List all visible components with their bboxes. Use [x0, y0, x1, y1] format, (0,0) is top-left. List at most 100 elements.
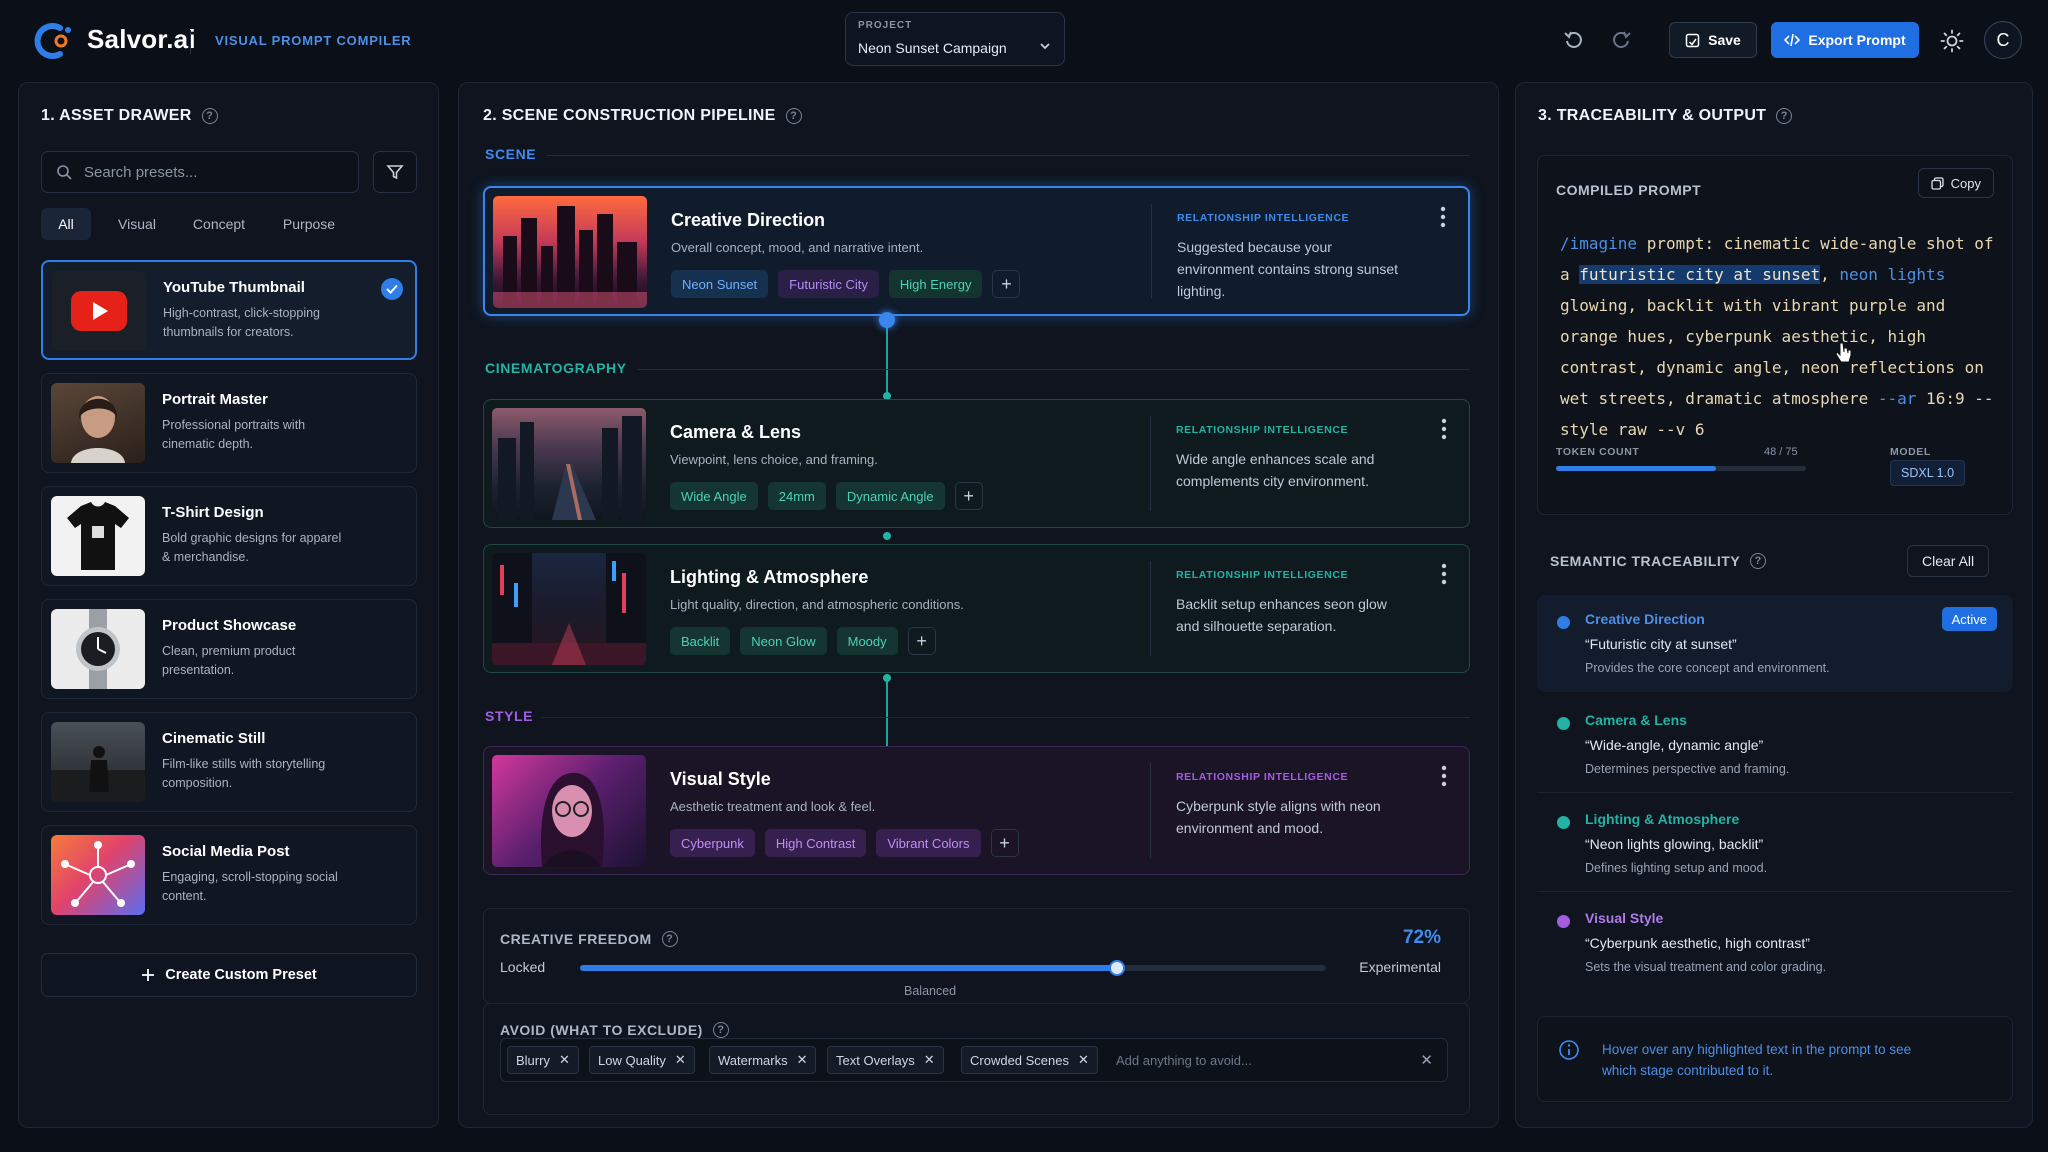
help-icon[interactable]: ? — [1750, 553, 1767, 569]
scene-pipeline-panel: 2. SCENE CONSTRUCTION PIPELINE ? SCENE C… — [458, 82, 1499, 1128]
preset-card-portrait-master[interactable]: Portrait Master Professional portraits w… — [41, 373, 417, 473]
preset-desc: Clean, premium product presentation. — [162, 644, 296, 677]
tag[interactable]: Wide Angle — [670, 482, 758, 510]
trace-name: Camera & Lens — [1585, 712, 1687, 728]
stage-card-lighting-atmosphere[interactable]: Lighting & Atmosphere Light quality, dir… — [483, 544, 1470, 673]
trace-item-creative-direction[interactable]: Creative Direction “Futuristic city at s… — [1537, 595, 2013, 692]
filter-tab-all[interactable]: All — [41, 208, 91, 240]
tag[interactable]: Vibrant Colors — [876, 829, 981, 857]
clear-input-icon[interactable]: ✕ — [1420, 1051, 1433, 1069]
avoid-input-field[interactable]: Blurry ✕ Low Quality ✕ Watermarks ✕ Text Ov… — [500, 1038, 1448, 1082]
status-dot — [1557, 717, 1570, 730]
preset-card-youtube-thumbnail[interactable]: YouTube Thumbnail High-contrast, click-s… — [41, 260, 417, 360]
tag[interactable]: Neon Sunset — [671, 270, 769, 298]
stage-name: Lighting & Atmosphere — [670, 567, 869, 587]
slider-handle[interactable] — [1109, 960, 1126, 976]
more-vertical-icon[interactable] — [1441, 563, 1447, 585]
tag[interactable]: Dynamic Angle — [835, 482, 945, 510]
more-vertical-icon[interactable] — [1440, 206, 1446, 228]
project-selector[interactable]: PROJECT Neon Sunset Campaign — [845, 12, 1065, 66]
slider-fill — [580, 965, 1118, 971]
export-prompt-button[interactable]: Export Prompt — [1771, 22, 1919, 58]
avoid-chip[interactable]: Text Overlays ✕ — [827, 1046, 944, 1074]
close-icon[interactable]: ✕ — [797, 1052, 808, 1068]
slider-max-label: Experimental — [1359, 959, 1441, 975]
help-icon[interactable]: ? — [1776, 108, 1793, 124]
filter-button[interactable] — [373, 151, 417, 193]
info-icon — [1558, 1039, 1580, 1061]
trace-item-lighting-atmosphere[interactable]: Lighting & Atmosphere “Neon lights glowi… — [1537, 795, 2013, 892]
trace-desc: Determines perspective and framing. — [1585, 762, 1790, 776]
clear-all-button[interactable]: Clear All — [1907, 545, 1990, 577]
sun-icon[interactable] — [1937, 26, 1967, 56]
tag[interactable]: Neon Glow — [740, 627, 827, 655]
copy-icon — [1930, 176, 1944, 190]
add-tag-button[interactable]: + — [907, 627, 936, 655]
close-icon[interactable]: ✕ — [559, 1052, 570, 1068]
filter-tab-purpose[interactable]: Purpose — [274, 208, 344, 240]
chip-label: Low Quality — [598, 1052, 666, 1068]
compiled-prompt-text[interactable]: /imagine prompt: cinematic wide-angle sh… — [1560, 228, 2000, 445]
avoid-chip[interactable]: Blurry ✕ — [507, 1046, 579, 1074]
avoid-chip[interactable]: Crowded Scenes ✕ — [961, 1046, 1098, 1074]
preset-name: Product Showcase — [162, 617, 297, 634]
model-badge[interactable]: SDXL 1.0 — [1890, 460, 1966, 486]
more-vertical-icon[interactable] — [1441, 765, 1447, 787]
close-icon[interactable]: ✕ — [675, 1052, 686, 1068]
tag[interactable]: Futuristic City — [778, 270, 879, 298]
preset-search-input[interactable]: Search presets... — [41, 151, 359, 193]
stage-card-visual-style[interactable]: Visual Style Aesthetic treatment and loo… — [483, 746, 1470, 875]
add-tag-button[interactable]: + — [990, 829, 1019, 857]
cursor-icon — [1835, 342, 1852, 363]
user-avatar[interactable]: C — [1984, 21, 2022, 59]
tag[interactable]: Backlit — [670, 627, 731, 655]
help-icon[interactable]: ? — [661, 931, 678, 947]
preset-name: Cinematic Still — [162, 730, 266, 747]
tag[interactable]: 24mm — [767, 482, 826, 510]
prompt-highlight-lighting[interactable]: neon lights — [1839, 265, 1945, 284]
help-icon[interactable]: ? — [712, 1022, 729, 1038]
preset-card-product-showcase[interactable]: Product Showcase Clean, premium product … — [41, 599, 417, 699]
export-label: Export Prompt — [1808, 32, 1906, 48]
preset-name: YouTube Thumbnail — [163, 279, 305, 296]
tag[interactable]: Moody — [836, 627, 898, 655]
avoid-chip[interactable]: Watermarks ✕ — [709, 1046, 817, 1074]
pipeline-title: 2. SCENE CONSTRUCTION PIPELINE ? — [483, 107, 802, 125]
tag[interactable]: High Energy — [888, 270, 983, 298]
close-icon[interactable]: ✕ — [1078, 1052, 1089, 1068]
preset-card-cinematic-still[interactable]: Cinematic Still Film-like stills with st… — [41, 712, 417, 812]
trace-item-visual-style[interactable]: Visual Style “Cyberpunk aesthetic, high … — [1537, 894, 2013, 991]
creative-freedom-slider[interactable] — [580, 960, 1326, 976]
app-subtitle: VISUAL PROMPT COMPILER — [215, 33, 412, 48]
help-icon[interactable]: ? — [785, 108, 802, 124]
save-button[interactable]: Save — [1669, 22, 1757, 58]
token-count-bar — [1556, 466, 1806, 471]
avoid-chip[interactable]: Low Quality ✕ — [589, 1046, 695, 1074]
more-vertical-icon[interactable] — [1441, 418, 1447, 440]
help-icon[interactable]: ? — [201, 108, 218, 124]
create-custom-preset-button[interactable]: Create Custom Preset — [41, 953, 417, 997]
stage-name: Camera & Lens — [670, 422, 802, 442]
slider-mid-label: Balanced — [904, 984, 957, 998]
filter-tab-concept[interactable]: Concept — [184, 208, 254, 240]
add-tag-button[interactable]: + — [954, 482, 983, 510]
preset-desc: Film-like stills with storytelling compo… — [162, 757, 326, 790]
add-tag-button[interactable]: + — [992, 270, 1021, 298]
prompt-highlight-creative-direction[interactable]: futuristic city at sunset — [1579, 265, 1821, 284]
undo-icon[interactable] — [1560, 26, 1588, 54]
redo-icon[interactable] — [1607, 26, 1635, 54]
tag[interactable]: High Contrast — [764, 829, 867, 857]
preset-card-tshirt-design[interactable]: T-Shirt Design Bold graphic designs for … — [41, 486, 417, 586]
stage-card-camera-lens[interactable]: Camera & Lens Viewpoint, lens choice, an… — [483, 399, 1470, 528]
copy-button[interactable]: Copy — [1917, 168, 1994, 198]
close-icon[interactable]: ✕ — [924, 1052, 935, 1068]
stage-card-creative-direction[interactable]: Creative Direction Overall concept, mood… — [483, 186, 1470, 316]
relationship-intelligence-label: RELATIONSHIP INTELLIGENCE — [1176, 569, 1349, 581]
stage-tags: Backlit Neon Glow Moody + — [670, 627, 936, 655]
search-placeholder: Search presets... — [84, 164, 198, 181]
preset-card-social-media-post[interactable]: Social Media Post Engaging, scroll-stopp… — [41, 825, 417, 925]
avoid-label-text: AVOID (WHAT TO EXCLUDE) — [500, 1022, 703, 1038]
tag[interactable]: Cyberpunk — [670, 829, 755, 857]
trace-item-camera-lens[interactable]: Camera & Lens “Wide-angle, dynamic angle… — [1537, 696, 2013, 793]
filter-tab-visual[interactable]: Visual — [107, 208, 167, 240]
